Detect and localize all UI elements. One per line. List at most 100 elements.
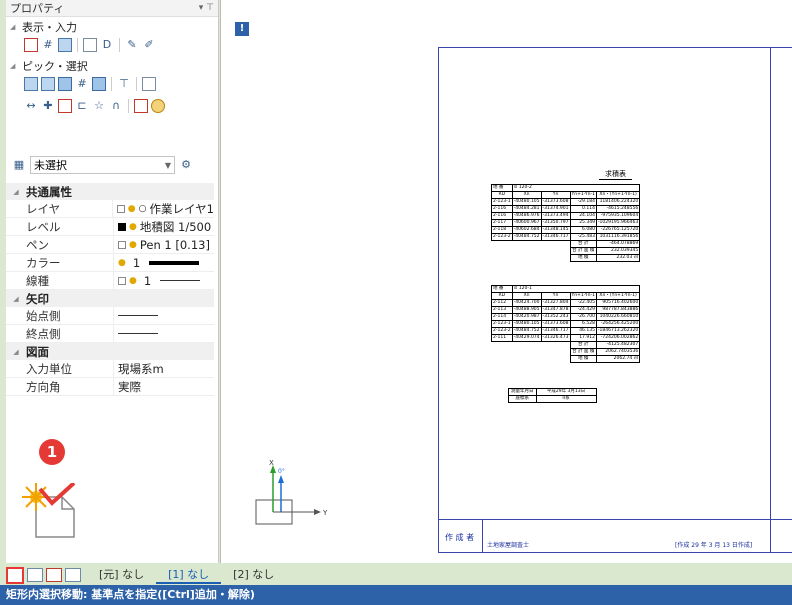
cross-select-icon[interactable]: ✚ bbox=[41, 99, 55, 113]
table-cell: -975935.109604 bbox=[595, 212, 641, 220]
prop-layer[interactable]: レイヤ ● ○ 作業レイヤ1 bbox=[6, 199, 214, 218]
collapse-icon: ◢ bbox=[10, 23, 16, 31]
wrench-icon[interactable]: ⚙ bbox=[179, 158, 193, 172]
col-header: Xn・(Yn+1-Yn-1) bbox=[595, 191, 641, 199]
table-cell: 25.349 bbox=[569, 219, 597, 227]
grid-icon[interactable]: # bbox=[41, 38, 55, 52]
table-cell: 2-117 bbox=[491, 219, 513, 227]
table-cell: -22.405 bbox=[569, 299, 597, 307]
bulb-icon: ● bbox=[129, 275, 137, 286]
dx-dy-icon[interactable]: D bbox=[100, 38, 114, 52]
chevron-down-icon: ▼ bbox=[164, 160, 171, 170]
snap-point-icon[interactable] bbox=[24, 77, 38, 91]
poly-select-icon[interactable]: ⊏ bbox=[75, 99, 89, 113]
table-cell: -1846713.262320 bbox=[595, 327, 641, 335]
bulb-icon: ● bbox=[129, 239, 137, 250]
grid-page-icon[interactable] bbox=[65, 568, 81, 582]
panel-controls[interactable]: ▾ ⊤ bbox=[199, 3, 214, 13]
pen-icon[interactable]: ✎ bbox=[125, 38, 139, 52]
lot-number: ⊙ 120-1 bbox=[511, 285, 641, 293]
category-common[interactable]: ◢ 共通属性 bbox=[6, 183, 214, 200]
snap-cross-icon[interactable]: # bbox=[75, 77, 89, 91]
prop-input-unit[interactable]: 入力単位 現場系m bbox=[6, 359, 214, 378]
lot-number: ⊙ 120-2 bbox=[511, 184, 641, 192]
table-row: 2-114 -40420.987 -31352.243 -26.700 1040226.… bbox=[491, 313, 641, 321]
prop-linetype[interactable]: 線種 ● 1 bbox=[6, 271, 214, 290]
section-label: ピック・選択 bbox=[22, 60, 88, 73]
window-select-icon[interactable] bbox=[134, 99, 148, 113]
table-row: 2-123-2 -40484.752 -31346.717 46.135 -184671… bbox=[491, 327, 641, 335]
new-select-button-icon[interactable] bbox=[6, 566, 24, 584]
filter-row: ▦ 未選択 ▼ ⚙ bbox=[12, 156, 212, 174]
delete-page-icon[interactable] bbox=[46, 568, 62, 582]
area-value: 2062.74 ㎡ bbox=[595, 355, 641, 363]
snap-rect-icon[interactable] bbox=[142, 77, 156, 91]
lot-label: 地 番 bbox=[491, 184, 513, 192]
category-drawing[interactable]: ◢ 図面 bbox=[6, 343, 214, 360]
r-mode-icon[interactable] bbox=[58, 38, 72, 52]
tab-layer-1[interactable]: [1] なし bbox=[156, 566, 222, 584]
table-cell: 17.912 bbox=[569, 334, 597, 342]
sum-value: -4125.482307 bbox=[595, 341, 641, 349]
table-cell: -40484.752 bbox=[511, 233, 542, 241]
tab-layer-origin[interactable]: [元] なし bbox=[87, 566, 156, 584]
info-icon[interactable]: ! bbox=[235, 22, 249, 36]
table-cell: 2-116 bbox=[491, 212, 513, 220]
prop-pen[interactable]: ペン ● Pen 1 [0.13] bbox=[6, 235, 214, 254]
bag-icon[interactable] bbox=[151, 99, 165, 113]
layer-tool-icon[interactable] bbox=[24, 38, 38, 52]
drawing-canvas[interactable]: ! 求積表 地 番 ⊙ 120-2 RD Xn Yn Yn+1-Yn-1 Xn・(Yn+1-… bbox=[220, 0, 792, 563]
selection-filter-value: 未選択 bbox=[34, 159, 67, 172]
area-label: 地 積 bbox=[569, 254, 597, 262]
col-header: Yn+1-Yn-1 bbox=[569, 292, 597, 300]
sum-value: -464.078869 bbox=[595, 240, 641, 248]
section-display-input[interactable]: ◢ 表示・入力 bbox=[6, 17, 218, 34]
category-arrow[interactable]: ◢ 矢印 bbox=[6, 290, 214, 307]
section-pick-select[interactable]: ◢ ピック・選択 bbox=[6, 56, 218, 73]
table-row: 2-123-1 -40480.105 -31373.608 6.528 -264256.… bbox=[491, 320, 641, 328]
table-row: 2-111 -40429.074 -31326.473 17.912 -724206.0… bbox=[491, 334, 641, 342]
snap-perp-icon[interactable] bbox=[92, 77, 106, 91]
arrow-preview bbox=[118, 315, 158, 316]
tab-layer-2[interactable]: [2] なし bbox=[221, 566, 286, 584]
table-row: 2-113 -40488.905 -31347.878 -24.429 987787.8… bbox=[491, 306, 641, 314]
table-row: 2-112 -40424.700 -31327.804 -22.405 905716.4… bbox=[491, 299, 641, 307]
sum-label: 合 計 bbox=[569, 240, 597, 248]
prop-level[interactable]: レベル ● 地積図 1/500 bbox=[6, 217, 214, 236]
prop-end-side[interactable]: 終点側 bbox=[6, 324, 214, 343]
eyedropper-icon[interactable]: ✐ bbox=[142, 38, 156, 52]
layer-tab-bar: [元] なし [1] なし [2] なし bbox=[6, 565, 792, 585]
table-cell: -40486.976 bbox=[511, 212, 542, 220]
table-cell: -226765.125720 bbox=[595, 226, 641, 234]
align-icon[interactable] bbox=[83, 38, 97, 52]
bulb-icon: ● bbox=[129, 221, 137, 232]
table-cell: 2-118 bbox=[491, 226, 513, 234]
selection-filter[interactable]: 未選択 ▼ bbox=[30, 156, 175, 174]
table-cell: -40488.905 bbox=[511, 306, 542, 314]
bulb-icon: ● bbox=[118, 257, 126, 268]
curve-select-icon[interactable]: ∩ bbox=[109, 99, 123, 113]
axis-y-label: Y bbox=[322, 509, 328, 517]
prop-color[interactable]: カラー ● 1 bbox=[6, 253, 214, 272]
star-select-icon[interactable]: ☆ bbox=[92, 99, 106, 113]
table-cell: -31347.878 bbox=[540, 306, 571, 314]
new-select-icon bbox=[22, 483, 76, 538]
table-cell: 6.080 bbox=[569, 226, 597, 234]
sum-label: 合 計 bbox=[569, 341, 597, 349]
line-select-icon[interactable]: ↔ bbox=[24, 99, 38, 113]
table-cell: -40429.074 bbox=[511, 334, 542, 342]
table-row: 2-123-1 -40480.105 -31373.608 -29.184 118140… bbox=[491, 198, 641, 206]
table-cell: -29.184 bbox=[569, 198, 597, 206]
page-icon[interactable] bbox=[27, 568, 43, 582]
snap-tangent-icon[interactable]: ⊤ bbox=[117, 77, 131, 91]
table-cell: 905716.402600 bbox=[595, 299, 641, 307]
table-cell: -264256.425200 bbox=[595, 320, 641, 328]
table-cell: 0.114 bbox=[569, 205, 597, 213]
prop-start-side[interactable]: 始点側 bbox=[6, 306, 214, 325]
rect-select-icon[interactable] bbox=[58, 99, 72, 113]
axis-angle-label: 0° bbox=[278, 468, 285, 475]
snap-mid-icon[interactable] bbox=[58, 77, 72, 91]
prop-direction-angle[interactable]: 方向角 実際 bbox=[6, 377, 214, 396]
table-row: 2-116 -40484.281 -31374.901 0.114 -4615.2485… bbox=[491, 205, 641, 213]
snap-end-icon[interactable] bbox=[41, 77, 55, 91]
